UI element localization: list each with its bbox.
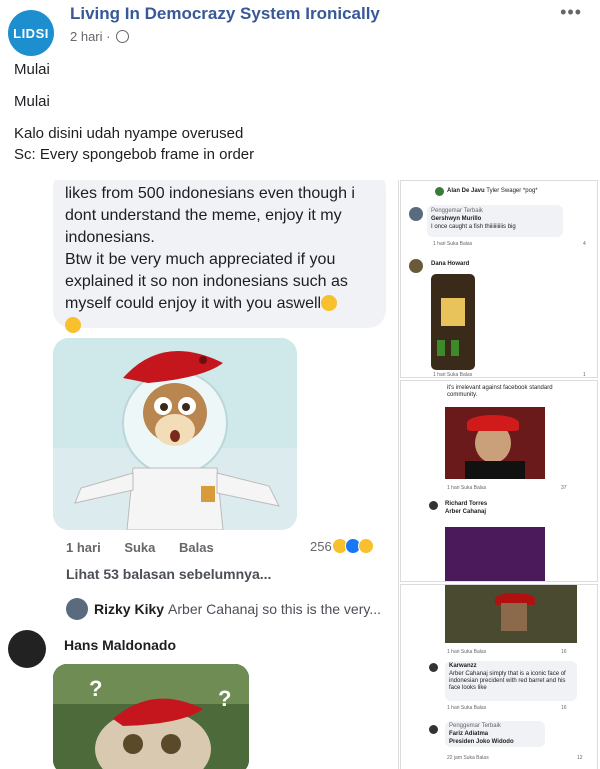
mini-meta: 1 hari Suka Balas (447, 705, 487, 711)
svg-text:?: ? (218, 686, 231, 711)
cat-illustration: ? ? (53, 664, 249, 769)
sandy-illustration (53, 338, 297, 530)
comment-actions: 1 hari Suka Balas (66, 540, 234, 555)
comment-line: likes from 500 indonesians even though i (65, 185, 355, 202)
comment-line: myself could enjoy it with you aswell (65, 295, 322, 312)
comment-line: explained it so non indonesians such as (65, 273, 348, 290)
mini-avatar (435, 187, 444, 196)
mini-count: 1 (583, 372, 586, 378)
mini-jokowi-image (445, 407, 545, 479)
mini-badge: Penggemar Terbaik (431, 208, 483, 214)
sandy-cheeks-beret-image[interactable] (53, 338, 297, 530)
mini-name: Alan De Javu (447, 188, 485, 194)
mini-avatar (429, 725, 438, 734)
post-line: Mulai (14, 93, 50, 110)
svg-text:?: ? (89, 676, 102, 701)
commenter-name[interactable]: Hans Maldonado (64, 637, 176, 653)
reply-preview[interactable]: Rizky Kiky Arber Cahanaj so this is the v… (66, 598, 381, 620)
wow-reaction-icon (358, 538, 375, 554)
screenshot-panel-1: Alan De Javu Tyler Swager *pog* Penggema… (400, 180, 598, 378)
mini-name: Karwanzz (449, 663, 477, 669)
comment-line: indonesians. (65, 229, 155, 246)
mini-avatar (409, 207, 423, 221)
post-image-collage[interactable]: likes from 500 indonesians even though i… (0, 180, 600, 769)
globe-icon (116, 30, 130, 43)
mini-count: 16 (561, 705, 567, 711)
mini-avatar (409, 259, 423, 273)
mini-text: Arber Cahanaj simply that is a iconic fa… (449, 671, 566, 691)
mini-name: Dana Howard (431, 261, 470, 267)
mini-purple-image (445, 527, 545, 581)
page-avatar[interactable]: LIDSI (8, 10, 54, 56)
cat-beret-image[interactable]: ? ? (53, 664, 249, 769)
mini-count: 4 (583, 241, 586, 247)
reaction-icons (332, 538, 375, 557)
post-timestamp[interactable]: 2 hari · (70, 29, 130, 44)
collage-left-screenshot: likes from 500 indonesians even though i… (0, 180, 399, 769)
mini-meta: 1 hari Suka Balas (433, 372, 473, 378)
timestamp-text: 2 hari (70, 29, 103, 44)
comment-text: likes from 500 indonesians even though i… (65, 182, 355, 337)
mini-spongebob-image (431, 274, 475, 370)
comment-line: dont understand the meme, enjoy it my (65, 207, 342, 224)
screenshot-panel-2: it's irrelevant against facebook standar… (400, 380, 598, 582)
comment-line: Btw it be very much appreciated if you (65, 251, 336, 268)
collage-right-screenshots: Alan De Javu Tyler Swager *pog* Penggema… (398, 180, 600, 769)
mini-text: Arber Cahanaj (445, 509, 487, 515)
mini-text: I once caught a fish thiiiiiiiiiis big (431, 224, 516, 230)
post-line: Sc: Every spongebob frame in order (14, 146, 255, 163)
comment-time: 1 hari (66, 540, 101, 555)
screenshot-panel-3: 1 hari Suka Balas 16 Karwanzz Arber Caha… (400, 584, 598, 769)
mini-count: 12 (577, 755, 583, 761)
reply-link[interactable]: Balas (179, 540, 214, 555)
page-name-link[interactable]: Living In Democrazy System Ironically (70, 4, 380, 24)
mini-text: Tyler Swager *pog* (486, 188, 538, 194)
like-link[interactable]: Suka (124, 540, 155, 555)
view-previous-replies-link[interactable]: Lihat 53 balasan sebelumnya... (66, 566, 271, 582)
laughing-emoji-icon (65, 317, 81, 333)
mini-name: Richard Torres (445, 501, 488, 507)
mini-name: Fariz Adiatma (449, 731, 489, 737)
mini-name: Gershwyn Murillo (431, 216, 482, 222)
mini-count: 16 (561, 649, 567, 655)
mini-meta: 1 hari Suka Balas (447, 485, 487, 491)
post-line: Mulai (14, 61, 50, 78)
avatar-text: LIDSI (13, 25, 49, 41)
mini-badge: Penggemar Terbaik (449, 723, 501, 729)
reaction-count: 256 (310, 539, 332, 554)
mini-count: 37 (561, 485, 567, 491)
post-header: LIDSI Living In Democrazy System Ironica… (0, 0, 600, 60)
post-body: Mulai Mulai Kalo disini udah nyampe over… (14, 62, 254, 179)
mini-text: it's irrelevant against facebook standar… (447, 385, 553, 398)
comment-bubble: likes from 500 indonesians even though i… (53, 180, 386, 333)
reaction-summary[interactable]: 256 (310, 538, 375, 557)
commenter-avatar[interactable] (8, 630, 46, 668)
mini-avatar (429, 663, 438, 672)
mini-meta: 1 hari Suka Balas (433, 241, 473, 247)
post-line: Kalo disini udah nyampe overused (14, 125, 244, 142)
reply-author: Rizky Kiky (94, 601, 165, 617)
mini-text: Presiden Joko Widodo (449, 739, 514, 745)
mini-meta: 1 hari Suka Balas (447, 649, 487, 655)
reply-avatar (66, 598, 88, 620)
mini-meta: 22 jam Suka Balas (447, 755, 489, 761)
reply-text: Arber Cahanaj so this is the very... (168, 601, 381, 617)
more-options-icon[interactable]: ••• (560, 2, 582, 23)
laughing-emoji-icon (321, 295, 338, 311)
mini-avatar (429, 501, 438, 510)
mini-soldier-image (445, 585, 577, 643)
